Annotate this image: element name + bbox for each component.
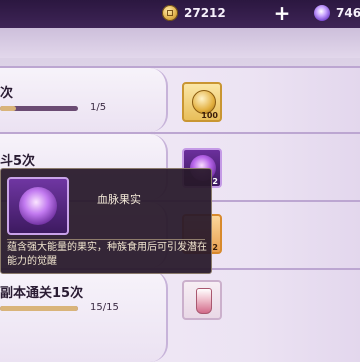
tooltip-item-name: 血脉果实 [97, 193, 141, 206]
item-tooltip: 血脉果实 蕴含强大能量的果实，种族食用后可引发潜在能力的觉醒 [0, 168, 212, 274]
task-title: 副本通关15次 [0, 286, 84, 301]
task-panel [0, 68, 168, 132]
tooltip-item-frame [7, 177, 69, 235]
gem-icon [314, 5, 330, 21]
reward-item[interactable]: 100 [182, 82, 222, 122]
coin-amount: 27212 [184, 6, 226, 20]
tooltip-description: 蕴含强大能量的果实，种族食用后可引发潜在能力的觉醒 [7, 242, 207, 267]
progress-text: 1/5 [90, 102, 107, 113]
progress-fill [0, 106, 16, 111]
progress-bar [0, 306, 78, 311]
header-band [0, 28, 360, 58]
task-row: 次 1/5 100 [0, 66, 360, 132]
reward-count: 2 [212, 243, 218, 252]
gem-amount: 746 [336, 6, 360, 20]
reward-count: 2 [212, 177, 218, 186]
task-title: 次 [0, 86, 14, 101]
reward-item[interactable] [182, 280, 222, 320]
progress-bar [0, 106, 78, 111]
top-resource-bar: 27212 + 746 [0, 0, 360, 29]
progress-text: 15/15 [90, 302, 119, 313]
potion-icon [196, 288, 212, 314]
reward-count: 100 [201, 111, 218, 120]
coin-icon [162, 5, 178, 21]
task-row: 副本通关15次 15/15 [0, 268, 360, 362]
task-title: 斗5次 [0, 154, 36, 169]
add-coins-button[interactable]: + [272, 3, 292, 24]
tooltip-divider [7, 239, 205, 240]
bloodline-fruit-icon [19, 187, 57, 225]
progress-fill [0, 306, 78, 311]
